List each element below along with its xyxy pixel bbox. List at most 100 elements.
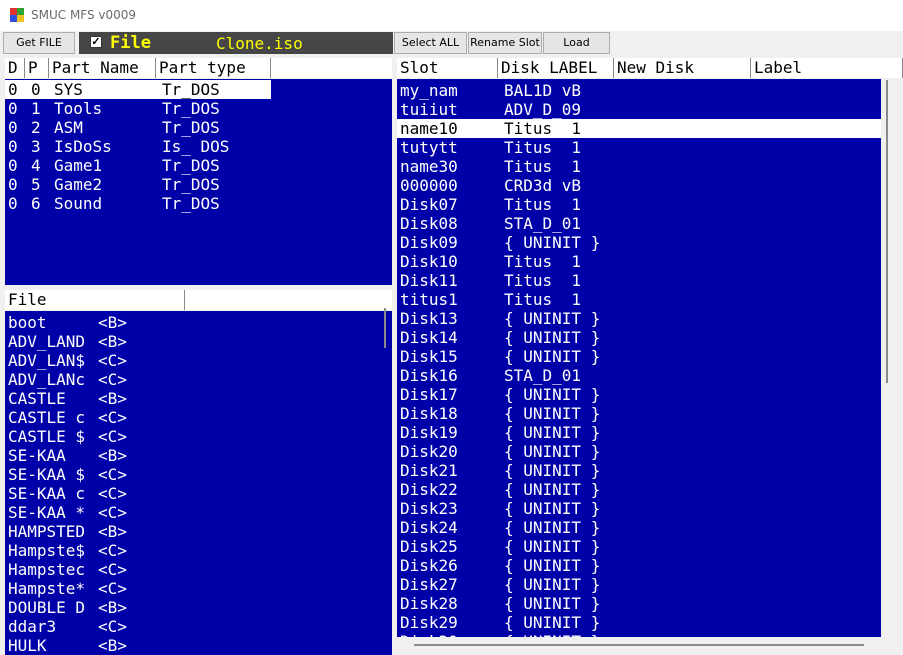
file-row[interactable]: Hampstec <C> [5,560,385,579]
partition-cell: Tr_DOS [162,194,220,213]
partition-list[interactable]: 0 0 SYS Tr_DOS 0 1 Tools Tr_DOS 0 2 ASM Tr_DOS 0 3 IsD… [5,79,392,285]
slot-list[interactable]: my_nam BAL1D vB tuiiut ADV_D_09 name10 Titus … [397,79,881,637]
slot-name: Disk22 [400,480,458,499]
file-row[interactable]: SE-KAA $ <C> [5,465,385,484]
slot-row[interactable]: 000000 CRD3d vB [397,176,881,195]
file-type: <C> [98,370,127,389]
slot-name: Disk28 [400,594,458,613]
slot-row[interactable]: my_nam BAL1D vB [397,81,881,100]
load-button[interactable]: Load [543,32,610,54]
slot-row[interactable]: tutytt Titus 1 [397,138,881,157]
file-row[interactable]: ADV_LAND <B> [5,332,385,351]
slot-row[interactable]: Disk16 STA_D_01 [397,366,881,385]
file-row[interactable]: boot <B> [5,313,385,332]
file-type: <C> [98,560,127,579]
col-slot[interactable]: Slot [397,58,498,78]
col-d[interactable]: D [5,58,25,78]
slot-row[interactable]: Disk29 { UNINIT } [397,613,881,632]
slot-hscroll-thumb[interactable] [414,644,864,646]
file-type: <C> [98,351,127,370]
file-type: <C> [98,579,127,598]
slot-row[interactable]: Disk30 { UNINIT } [397,632,881,637]
file-row[interactable]: Hampste$ <C> [5,541,385,560]
rename-slot-button[interactable]: Rename Slot [468,32,542,54]
file-name: Hampste* [8,579,86,598]
file-type: <C> [98,484,127,503]
file-row[interactable]: SE-KAA c <C> [5,484,385,503]
slot-row[interactable]: Disk11 Titus 1 [397,271,881,290]
col-file[interactable]: File [5,290,185,310]
slot-row[interactable]: titus1 Titus 1 [397,290,881,309]
file-row[interactable]: SE-KAA * <C> [5,503,385,522]
file-type: <B> [98,522,127,541]
slot-row[interactable]: Disk14 { UNINIT } [397,328,881,347]
file-scroll-thumb[interactable] [384,308,386,348]
partition-row[interactable]: 0 3 IsDoSs Is_ DOS [5,137,392,156]
col-disk-label[interactable]: Disk LABEL [498,58,614,78]
file-type: <C> [98,541,127,560]
slot-row[interactable]: Disk18 { UNINIT } [397,404,881,423]
col-new-disk[interactable]: New Disk [614,58,751,78]
partition-row[interactable]: 0 5 Game2 Tr_DOS [5,175,392,194]
partition-row[interactable]: 0 0 SYS Tr_DOS [5,80,271,99]
file-row[interactable]: CASTLE <B> [5,389,385,408]
slot-row[interactable]: tuiiut ADV_D_09 [397,100,881,119]
slot-row[interactable]: Disk21 { UNINIT } [397,461,881,480]
slot-disk-label: { UNINIT } [504,385,601,404]
slot-row[interactable]: Disk13 { UNINIT } [397,309,881,328]
slot-row[interactable]: Disk22 { UNINIT } [397,480,881,499]
slot-row[interactable]: Disk26 { UNINIT } [397,556,881,575]
partition-row[interactable]: 0 4 Game1 Tr_DOS [5,156,392,175]
col-part-type[interactable]: Part type [156,58,271,78]
file-row[interactable]: ddar3 <C> [5,617,385,636]
slot-disk-label: { UNINIT } [504,613,601,632]
slot-row[interactable]: Disk19 { UNINIT } [397,423,881,442]
slot-disk-label: Titus 1 [504,195,582,214]
file-row[interactable]: CASTLE c <C> [5,408,385,427]
slot-row[interactable]: Disk15 { UNINIT } [397,347,881,366]
slot-disk-label: { UNINIT } [504,575,601,594]
slot-row[interactable]: Disk17 { UNINIT } [397,385,881,404]
file-row[interactable]: SE-KAA <B> [5,446,385,465]
get-file-button[interactable]: Get FILE [3,32,75,54]
slot-row[interactable]: Disk27 { UNINIT } [397,575,881,594]
slot-disk-label: { UNINIT } [504,499,601,518]
file-row[interactable]: CASTLE $ <C> [5,427,385,446]
partition-row[interactable]: 0 2 ASM Tr_DOS [5,118,392,137]
file-row[interactable]: HAMPSTED <B> [5,522,385,541]
select-all-button[interactable]: Select ALL [394,32,467,54]
file-row[interactable]: ADV_LANc <C> [5,370,385,389]
slot-row[interactable]: Disk24 { UNINIT } [397,518,881,537]
file-checkbox[interactable]: ✓ [90,36,102,48]
file-row[interactable]: Hampste* <C> [5,579,385,598]
slot-row[interactable]: Disk07 Titus 1 [397,195,881,214]
slot-disk-label: CRD3d vB [504,176,582,195]
slot-row[interactable]: Disk23 { UNINIT } [397,499,881,518]
slot-disk-label: ADV_D_09 [504,100,582,119]
slot-row[interactable]: Disk25 { UNINIT } [397,537,881,556]
file-row[interactable]: HULK <B> [5,636,385,655]
slot-row[interactable]: Disk20 { UNINIT } [397,442,881,461]
slot-disk-label: { UNINIT } [504,328,601,347]
slot-row[interactable]: Disk28 { UNINIT } [397,594,881,613]
slot-vscroll-thumb[interactable] [886,80,888,383]
partition-row[interactable]: 0 1 Tools Tr_DOS [5,99,392,118]
file-name: boot [8,313,47,332]
slot-disk-label: Titus 1 [504,290,582,309]
file-row[interactable]: DOUBLE D <B> [5,598,385,617]
slot-row[interactable]: Disk09 { UNINIT } [397,233,881,252]
file-type: <C> [98,427,127,446]
col-part-name[interactable]: Part Name [49,58,156,78]
col-p[interactable]: P [25,58,49,78]
file-row[interactable]: ADV_LAN$ <C> [5,351,385,370]
col-label[interactable]: Label [751,58,903,78]
slot-disk-label: Titus 1 [504,271,582,290]
slot-row[interactable]: Disk08 STA_D_01 [397,214,881,233]
partition-cell: 0 [8,175,18,194]
file-list[interactable]: boot <B> ADV_LAND <B> ADV_LAN$ <C> ADV_LANc <C>… [5,311,392,655]
partition-row[interactable]: 0 6 Sound Tr_DOS [5,194,392,213]
partition-cell: Tr_DOS [162,80,220,99]
slot-row[interactable]: name10 Titus 1 [397,119,881,138]
slot-row[interactable]: Disk10 Titus 1 [397,252,881,271]
slot-row[interactable]: name30 Titus 1 [397,157,881,176]
